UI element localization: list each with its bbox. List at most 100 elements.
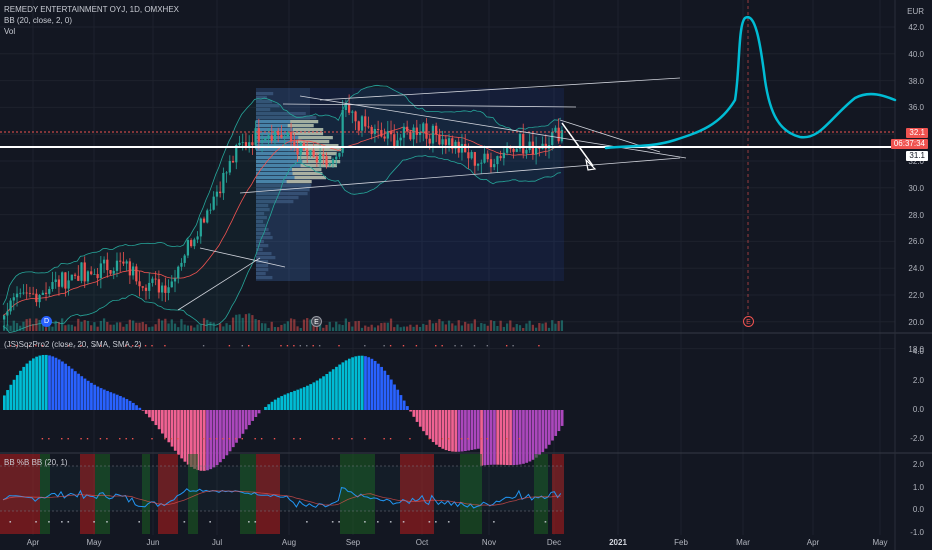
squeeze-bar (35, 356, 38, 410)
candle-body (476, 163, 480, 166)
volume-indicator-label[interactable]: Vol (4, 27, 15, 36)
time-tick: 2021 (609, 538, 627, 547)
candle-body (219, 191, 222, 194)
squeeze-dot (248, 345, 250, 347)
volume-bar (528, 320, 531, 331)
volume-bar (435, 322, 438, 331)
volume-bar (335, 321, 338, 331)
volume-bar (231, 317, 235, 331)
volume-bar (73, 326, 77, 331)
candle-body (135, 266, 138, 282)
squeeze-bar (280, 396, 284, 410)
squeeze-bar (51, 356, 55, 410)
squeeze-bar (318, 378, 322, 410)
candle-body (225, 172, 228, 174)
candle-body (357, 121, 360, 131)
volume-bar (515, 324, 518, 331)
candle-body (199, 218, 202, 237)
squeeze-bar (518, 410, 522, 465)
bbpct-dot (138, 521, 141, 523)
bbpct-indicator-label[interactable]: BB %B BB (20, 1) (4, 458, 68, 467)
candle-body (460, 143, 464, 153)
candle-body (373, 128, 377, 134)
volume-bar (67, 324, 70, 331)
squeeze-bar (248, 410, 251, 426)
earnings-marker[interactable]: E (311, 316, 322, 327)
volume-bar (128, 319, 131, 331)
volume-bar (402, 326, 406, 331)
squeeze-bar (96, 386, 100, 410)
candle-body (241, 142, 244, 143)
squeeze-bar (541, 410, 545, 453)
squeeze-dot (293, 345, 295, 347)
bbpct-dot (435, 521, 437, 523)
squeeze-bar (464, 410, 467, 452)
squeeze-bar (206, 410, 209, 471)
candle-body (499, 156, 502, 159)
volume-bar (209, 321, 212, 331)
volume-bar (351, 326, 354, 331)
candle-body (215, 191, 219, 197)
volume-bar (360, 327, 364, 331)
volume-bar (222, 326, 225, 331)
squeeze-tick: 4.0 (912, 347, 924, 356)
squeeze-indicator-label[interactable]: (JS)SqzPro2 (close, 20, SMA, SMA, 2) (4, 340, 141, 349)
volume-profile-bar (256, 268, 269, 272)
volume-bar (470, 323, 473, 331)
squeeze-bar (367, 357, 371, 410)
volume-bar (170, 319, 173, 331)
volume-bar (115, 322, 119, 331)
volume-bar (399, 327, 402, 331)
candle-body (160, 285, 164, 293)
squeeze-dot (331, 438, 334, 440)
volume-bar (412, 326, 415, 331)
squeeze-bar (328, 371, 332, 410)
squeeze-bar (3, 395, 6, 410)
volume-bar (554, 323, 557, 331)
volume-profile-bar (256, 276, 273, 280)
volume-bar (518, 325, 522, 331)
candle-body (347, 103, 351, 113)
volume-bar (180, 319, 183, 331)
candle-body (496, 156, 499, 165)
candle-body (534, 147, 538, 155)
dividend-marker[interactable]: D (41, 316, 52, 327)
candle-body (515, 148, 518, 152)
squeeze-bar (341, 362, 345, 410)
candle-body (138, 281, 141, 287)
squeeze-bar (99, 388, 103, 410)
volume-bar (522, 327, 525, 331)
candle-body (489, 159, 493, 168)
candle-body (331, 159, 335, 164)
volume-bar (493, 321, 496, 331)
squeeze-bar (77, 373, 80, 410)
candle-body (51, 282, 54, 290)
squeeze-bar (338, 364, 342, 410)
candle-body (444, 139, 447, 145)
earnings-marker-future[interactable]: E (743, 316, 754, 327)
volume-bar (22, 321, 25, 331)
bb-indicator-label[interactable]: BB (20, close, 2, 0) (4, 16, 72, 25)
candle-body (154, 278, 157, 280)
squeeze-dot (280, 345, 282, 347)
candle-body (512, 148, 515, 152)
squeeze-bar (489, 410, 493, 465)
candle-body (167, 287, 170, 293)
squeeze-bar (119, 396, 122, 410)
squeeze-dot (505, 345, 508, 347)
squeeze-bar (125, 399, 129, 410)
candle-body (483, 153, 486, 163)
candle-body (196, 236, 199, 240)
candle-body (351, 111, 354, 113)
candle-body (315, 156, 318, 163)
squeeze-bar (502, 410, 506, 465)
chart-canvas[interactable] (0, 0, 932, 550)
last-price-tag: 32.1 (906, 128, 928, 138)
bbpct-dot (9, 521, 12, 523)
candle-body (206, 210, 209, 223)
volume-bar (415, 324, 418, 331)
squeeze-bar (289, 392, 293, 410)
volume-bar (373, 327, 377, 331)
volume-bar (460, 325, 464, 331)
candle-body (412, 127, 415, 140)
